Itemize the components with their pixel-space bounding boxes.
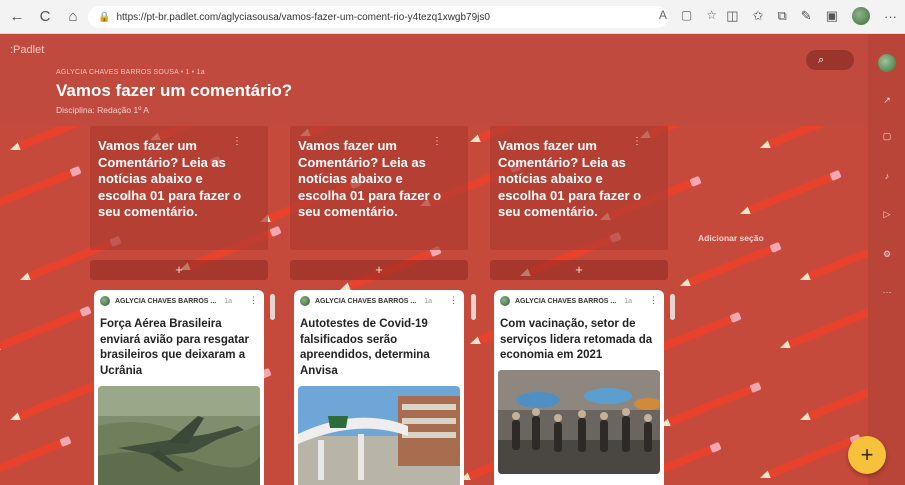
reader-view-icon[interactable]: ▢	[681, 8, 692, 22]
post-image-street[interactable]	[498, 370, 660, 474]
favorite-star-icon[interactable]: ☆	[706, 8, 717, 22]
column-menu-icon[interactable]: ⋮	[232, 136, 242, 147]
post-title: Autotestes de Covid-19 falsificados serã…	[300, 318, 430, 377]
profile-avatar[interactable]	[852, 7, 870, 25]
browser-toolbar: ← C ⌂ 🔒 https://pt-br.padlet.com/aglycia…	[0, 0, 905, 34]
post-author: AGLYCIA CHAVES BARROS ... 1a	[300, 296, 432, 306]
post-time: 1a	[224, 297, 233, 305]
copy-icon[interactable]: ▢	[881, 130, 893, 142]
collections-icon[interactable]: ⧉	[778, 8, 787, 24]
post-time: 1a	[424, 297, 433, 305]
favorites-icon[interactable]: ✩	[753, 8, 764, 24]
post-image-airplane[interactable]	[98, 386, 260, 485]
url-text: https://pt-br.padlet.com/aglyciasousa/va…	[116, 11, 490, 23]
pencil-decoration	[758, 126, 864, 152]
column-menu-icon[interactable]: ⋮	[632, 136, 642, 147]
post-title: Força Aérea Brasileira enviará avião par…	[100, 318, 249, 377]
column-1-scrollbar[interactable]	[270, 294, 275, 320]
more-options-icon[interactable]: ···	[881, 286, 893, 298]
column-title: Vamos fazer um Comentário? Leia as notíc…	[298, 138, 442, 219]
column-title: Vamos fazer um Comentário? Leia as notíc…	[498, 138, 642, 219]
home-icon[interactable]: ⌂	[62, 6, 84, 28]
add-post-button[interactable]: +	[290, 260, 468, 280]
user-avatar[interactable]	[878, 54, 896, 72]
padlet-canvas: Vamos fazer um Comentário? Leia as notíc…	[0, 126, 868, 485]
read-aloud-icon[interactable]: A	[659, 8, 667, 22]
padlet-logo[interactable]: :Padlet	[10, 44, 44, 56]
pencil-decoration	[738, 169, 844, 218]
wallet-icon[interactable]: ▣	[826, 8, 838, 24]
pencil-decoration	[658, 381, 764, 430]
page-subtitle: Disciplina: Redação 1º A	[56, 105, 149, 115]
column-2-scrollbar[interactable]	[471, 294, 476, 320]
column-menu-icon[interactable]: ⋮	[432, 136, 442, 147]
post-author-name: AGLYCIA CHAVES BARROS ...	[515, 297, 617, 305]
share-icon[interactable]: ↗	[881, 94, 893, 106]
post-avatar	[300, 296, 310, 306]
post-time: 1a	[624, 297, 633, 305]
back-icon[interactable]: ←	[6, 6, 28, 28]
post-card[interactable]: AGLYCIA CHAVES BARROS ... 1a ⋮ Autoteste…	[294, 290, 464, 485]
search-icon: ⌕	[818, 53, 825, 66]
add-post-button[interactable]: +	[490, 260, 668, 280]
more-menu-icon[interactable]: ···	[884, 9, 897, 24]
column-header: Vamos fazer um Comentário? Leia as notíc…	[490, 126, 668, 250]
pencil-decoration	[0, 305, 93, 354]
pencil-decoration	[798, 235, 868, 284]
add-section-button[interactable]: Adicionar seção	[698, 233, 764, 243]
settings-gear-icon[interactable]: ⚙	[881, 248, 893, 260]
column-header: Vamos fazer um Comentário? Leia as notíc…	[290, 126, 468, 250]
post-author-name: AGLYCIA CHAVES BARROS ...	[315, 297, 417, 305]
right-action-rail: ↗ ▢ ♪ ▷ ⚙ ···	[868, 34, 905, 485]
address-bar[interactable]: 🔒 https://pt-br.padlet.com/aglyciasousa/…	[88, 6, 668, 28]
column-3-scrollbar[interactable]	[670, 294, 675, 320]
post-card[interactable]: AGLYCIA CHAVES BARROS ... 1a ⋮ Com vacin…	[494, 290, 664, 485]
pencil-decoration	[778, 303, 868, 352]
lock-icon: 🔒	[98, 11, 111, 23]
post-title: Com vacinação, setor de serviços lidera …	[500, 318, 653, 361]
post-menu-icon[interactable]: ⋮	[649, 295, 658, 306]
search-button[interactable]: ⌕	[806, 50, 854, 70]
pencil-decoration	[0, 435, 73, 484]
reload-icon[interactable]: C	[34, 6, 56, 28]
add-post-button[interactable]: +	[90, 260, 268, 280]
post-menu-icon[interactable]: ⋮	[249, 295, 258, 306]
pencil-decoration	[798, 375, 868, 424]
column-title: Vamos fazer um Comentário? Leia as notíc…	[98, 138, 242, 219]
post-author: AGLYCIA CHAVES BARROS ... 1a	[500, 296, 632, 306]
post-author: AGLYCIA CHAVES BARROS ... 1a	[100, 296, 232, 306]
post-avatar	[500, 296, 510, 306]
post-image-building[interactable]	[298, 386, 460, 485]
pencil-decoration	[678, 241, 784, 290]
page-title: Vamos fazer um comentário?	[56, 81, 293, 100]
padlet-header: :Padlet AGLYCIA CHAVES BARROS SOUSA • 1 …	[0, 34, 868, 126]
split-screen-icon[interactable]: ◫	[726, 8, 738, 24]
add-post-fab[interactable]: +	[848, 436, 886, 474]
post-menu-icon[interactable]: ⋮	[449, 295, 458, 306]
post-avatar	[100, 296, 110, 306]
author-line: AGLYCIA CHAVES BARROS SOUSA • 1 • 1a	[56, 69, 205, 76]
notification-bell-icon[interactable]: ♪	[881, 170, 893, 182]
post-author-name: AGLYCIA CHAVES BARROS ...	[115, 297, 217, 305]
post-card[interactable]: AGLYCIA CHAVES BARROS ... 1a ⋮ Força Aér…	[94, 290, 264, 485]
pencil-decoration	[0, 165, 83, 214]
extensions-icon[interactable]: ✎	[801, 8, 812, 24]
slideshow-icon[interactable]: ▷	[881, 208, 893, 220]
column-header: Vamos fazer um Comentário? Leia as notíc…	[90, 126, 268, 250]
